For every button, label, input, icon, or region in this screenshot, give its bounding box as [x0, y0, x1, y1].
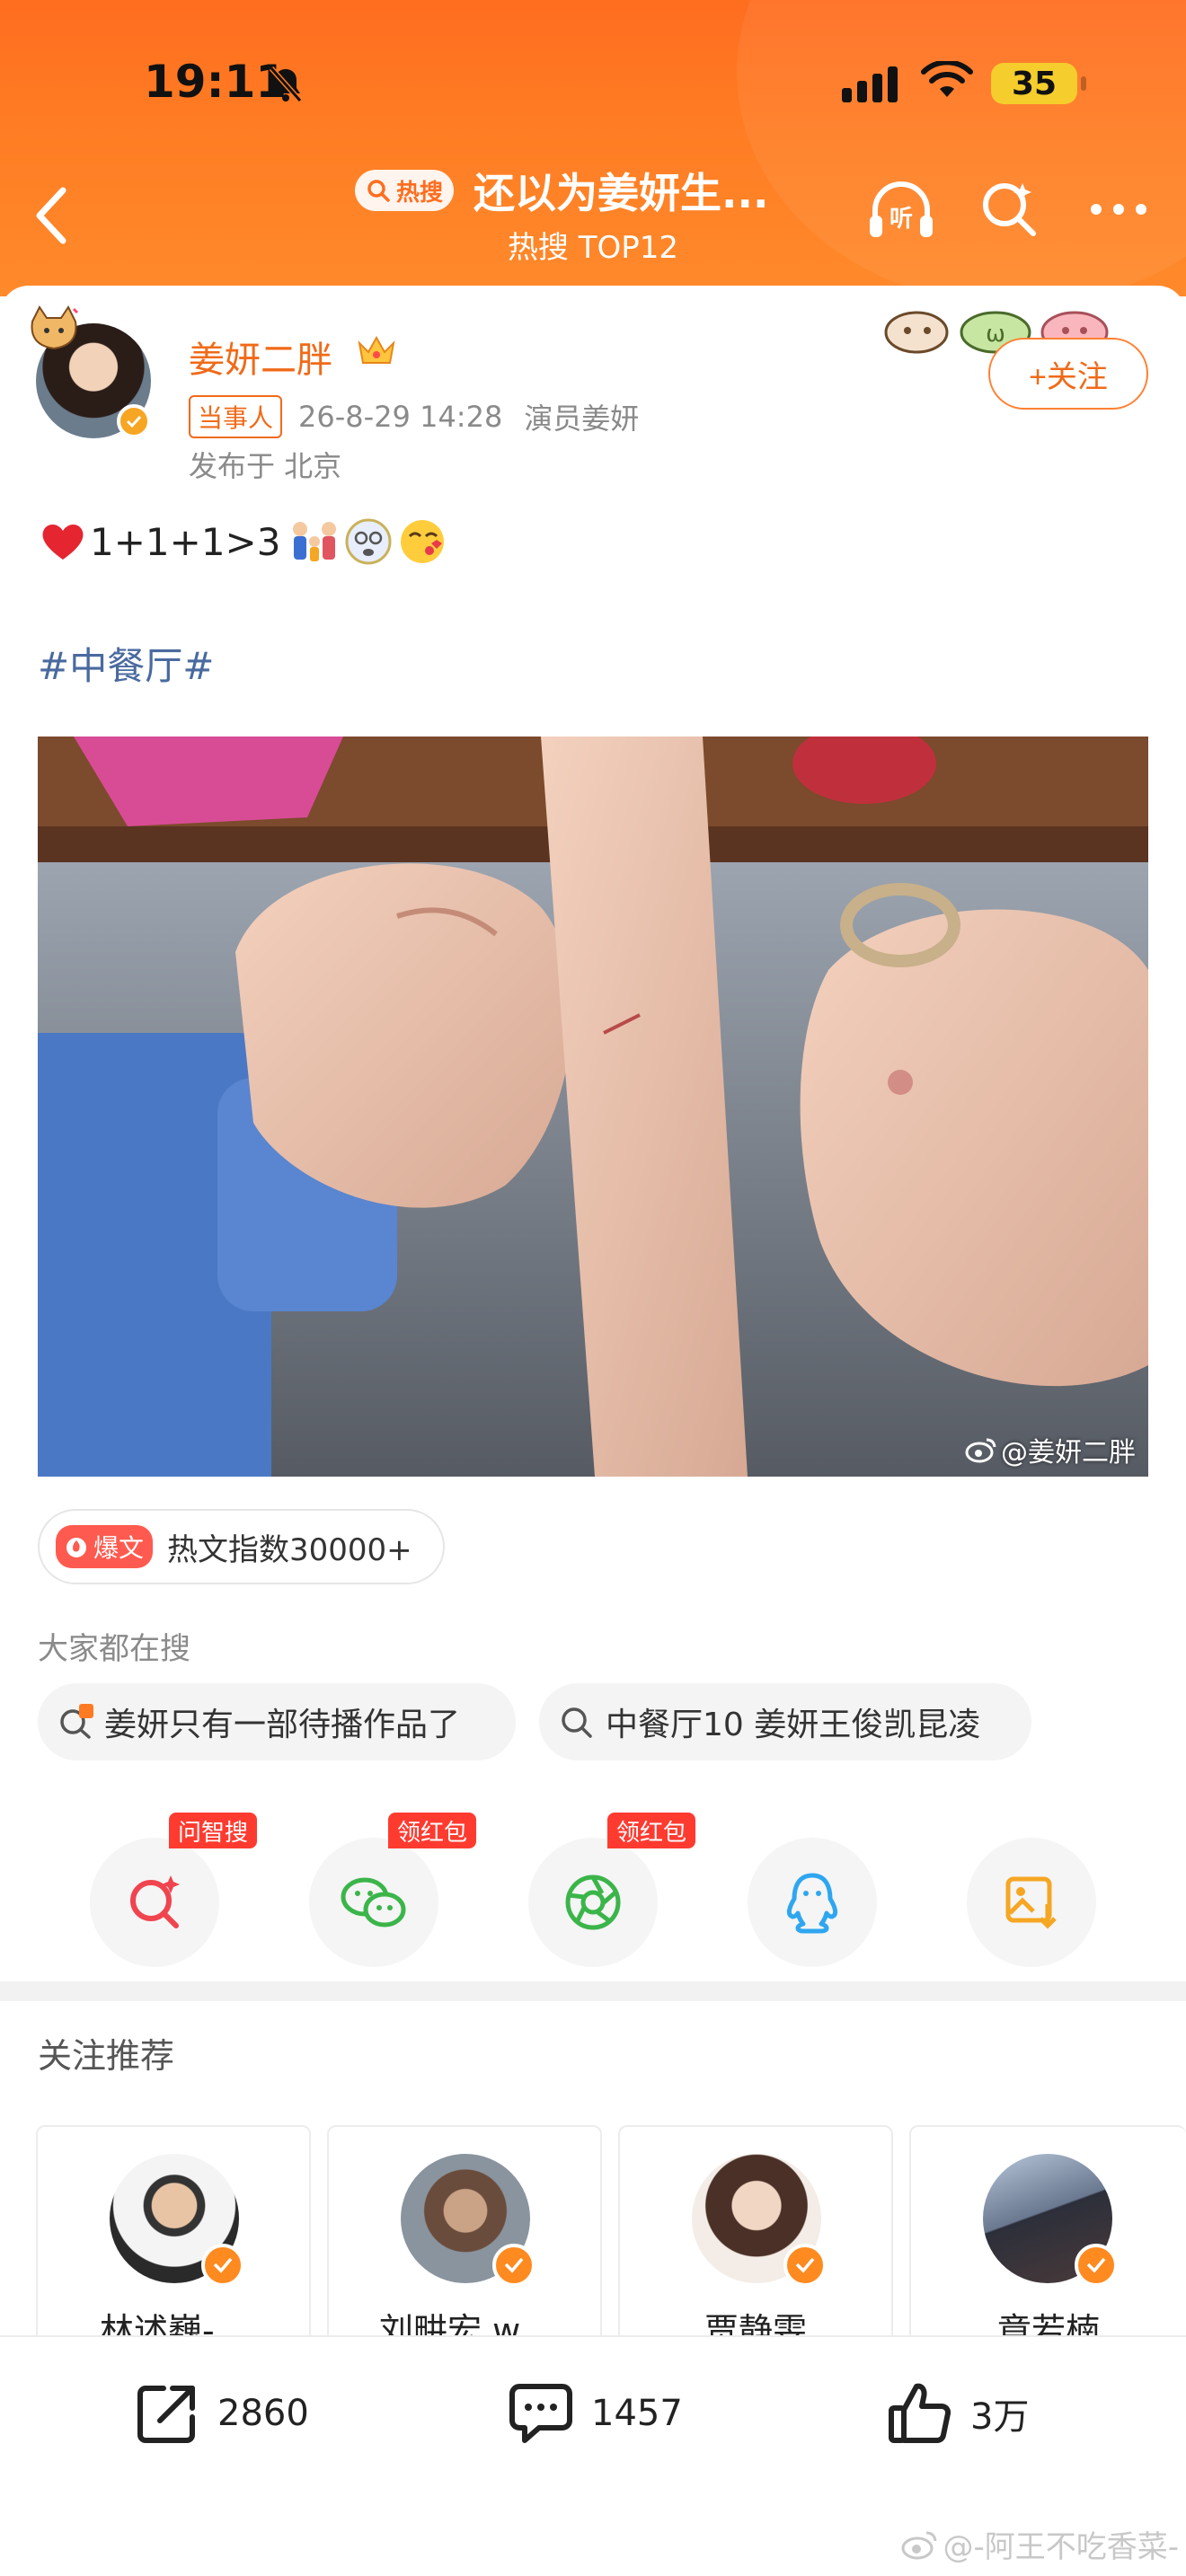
- battery-indicator: 35: [991, 63, 1086, 104]
- search-section-title: 大家都在搜: [38, 1631, 190, 1667]
- search-icon: [367, 180, 390, 202]
- post-source: 演员姜妍: [524, 401, 640, 436]
- author-name[interactable]: 姜妍二胖: [189, 331, 332, 383]
- bottom-action-bar: 2860 1457 3万 @-阿王不吃香菜-: [0, 2335, 1186, 2576]
- verified-badge: [783, 2244, 827, 2287]
- search-icon: [562, 1707, 592, 1738]
- verified-badge: [492, 2244, 535, 2287]
- search-icon[interactable]: [979, 180, 1039, 239]
- verified-badge: [117, 404, 151, 438]
- comment-count: 1457: [591, 2393, 683, 2434]
- ai-search-icon: [130, 1875, 180, 1928]
- ai-search-button[interactable]: [90, 1838, 219, 1967]
- search-chip-label: 中餐厅10 姜妍王俊凯昆凌: [606, 1707, 981, 1743]
- post-meta: 当事人 26-8-29 14:28 演员姜妍: [189, 395, 639, 438]
- repost-button[interactable]: 2860: [133, 2373, 309, 2454]
- party-tag: 当事人: [189, 395, 283, 438]
- dizzy-face-emoji-icon: [345, 518, 392, 565]
- crown-icon: [358, 335, 395, 364]
- share-badge: 领红包: [388, 1813, 477, 1848]
- nav-bar: 热搜 还以为姜妍生... 热搜 TOP12 听: [0, 153, 1186, 278]
- share-badge: 领红包: [607, 1813, 696, 1848]
- share-badge: 问智搜: [169, 1813, 258, 1848]
- moments-icon: [565, 1875, 621, 1930]
- hot-badge-label: 热搜: [396, 179, 444, 207]
- search-chip[interactable]: 中餐厅10 姜妍王俊凯昆凌: [539, 1683, 1031, 1760]
- like-count: 3万: [970, 2396, 1030, 2438]
- repost-watermark-text: @-阿王不吃香菜-: [943, 2529, 1179, 2565]
- thumbs-up-icon: [889, 2383, 951, 2443]
- verified-badge: [201, 2244, 244, 2287]
- save-image-icon: [1005, 1876, 1057, 1929]
- hot-search-badge: 热搜: [355, 170, 455, 211]
- follow-button[interactable]: +关注: [988, 338, 1148, 410]
- post-location: 发布于 北京: [189, 449, 342, 483]
- wechat-share-button[interactable]: [309, 1838, 438, 1967]
- save-image-button[interactable]: [967, 1838, 1096, 1967]
- more-icon[interactable]: [1087, 196, 1150, 223]
- page-title: 还以为姜妍生...: [474, 169, 769, 217]
- hot-article-index[interactable]: 爆文 热文指数30000+: [38, 1509, 445, 1584]
- fire-icon: [66, 1538, 86, 1557]
- post-text: 1+1+1>3: [40, 510, 451, 573]
- svg-text:听: 听: [890, 206, 913, 233]
- headphones-listen-icon[interactable]: 听: [863, 172, 940, 250]
- kissing-face-emoji-icon: [401, 520, 445, 563]
- qq-icon: [786, 1873, 838, 1934]
- boom-badge: 爆文: [56, 1525, 154, 1568]
- post-text-body: 1+1+1>3: [90, 519, 281, 564]
- recommend-title: 关注推荐: [38, 2036, 175, 2076]
- weibo-icon: [901, 2531, 937, 2559]
- top-header: 19:11 35 热搜 还以为姜妍生... 热搜 TOP12 听: [0, 0, 1186, 296]
- comment-icon: [509, 2384, 572, 2443]
- family-emoji-icon: [293, 522, 337, 561]
- hot-search-icon: [60, 1704, 93, 1739]
- section-divider: [0, 1981, 1186, 2001]
- wechat-icon: [341, 1877, 406, 1928]
- share-row: 问智搜 领红包 领红包: [0, 1813, 1186, 1967]
- repost-count: 2860: [217, 2393, 309, 2434]
- search-chip-label: 姜妍只有一部待播作品了: [104, 1707, 461, 1743]
- wifi-icon: [921, 61, 973, 97]
- topic-hashtag[interactable]: #中餐厅#: [38, 636, 214, 691]
- hot-index-label: 热文指数30000+: [167, 1531, 412, 1568]
- red-heart-icon: [42, 524, 84, 560]
- svg-text:ω: ω: [986, 321, 1005, 348]
- status-bar: 19:11 35: [0, 36, 1186, 135]
- weibo-icon: [965, 1438, 996, 1463]
- qq-share-button[interactable]: [748, 1838, 877, 1967]
- post-date: 26-8-29 14:28: [298, 400, 503, 434]
- verified-badge: [1075, 2244, 1118, 2287]
- repost-icon: [137, 2386, 195, 2443]
- image-watermark: @姜妍二胖: [965, 1430, 1136, 1469]
- post-card: ω 姜妍二胖 +关注 当事人 26-8-29 14:28 演员姜妍 发布于 北京…: [0, 286, 1186, 2413]
- repost-watermark: @-阿王不吃香菜-: [901, 2522, 1179, 2566]
- post-image[interactable]: @姜妍二胖: [38, 737, 1148, 1477]
- bell-off-icon: [269, 66, 303, 102]
- boom-badge-label: 爆文: [93, 1533, 145, 1563]
- search-chip[interactable]: 姜妍只有一部待播作品了: [38, 1683, 516, 1760]
- title-area[interactable]: 热搜 还以为姜妍生...: [355, 163, 831, 217]
- like-button[interactable]: 3万: [886, 2373, 1029, 2454]
- moments-share-button[interactable]: [528, 1838, 658, 1967]
- comment-button[interactable]: 1457: [507, 2373, 683, 2454]
- fist-bump-photo: [38, 737, 1148, 1477]
- image-watermark-text: @姜妍二胖: [1001, 1437, 1136, 1469]
- signal-icon: [842, 66, 898, 102]
- cat-decoration-icon: [31, 305, 79, 350]
